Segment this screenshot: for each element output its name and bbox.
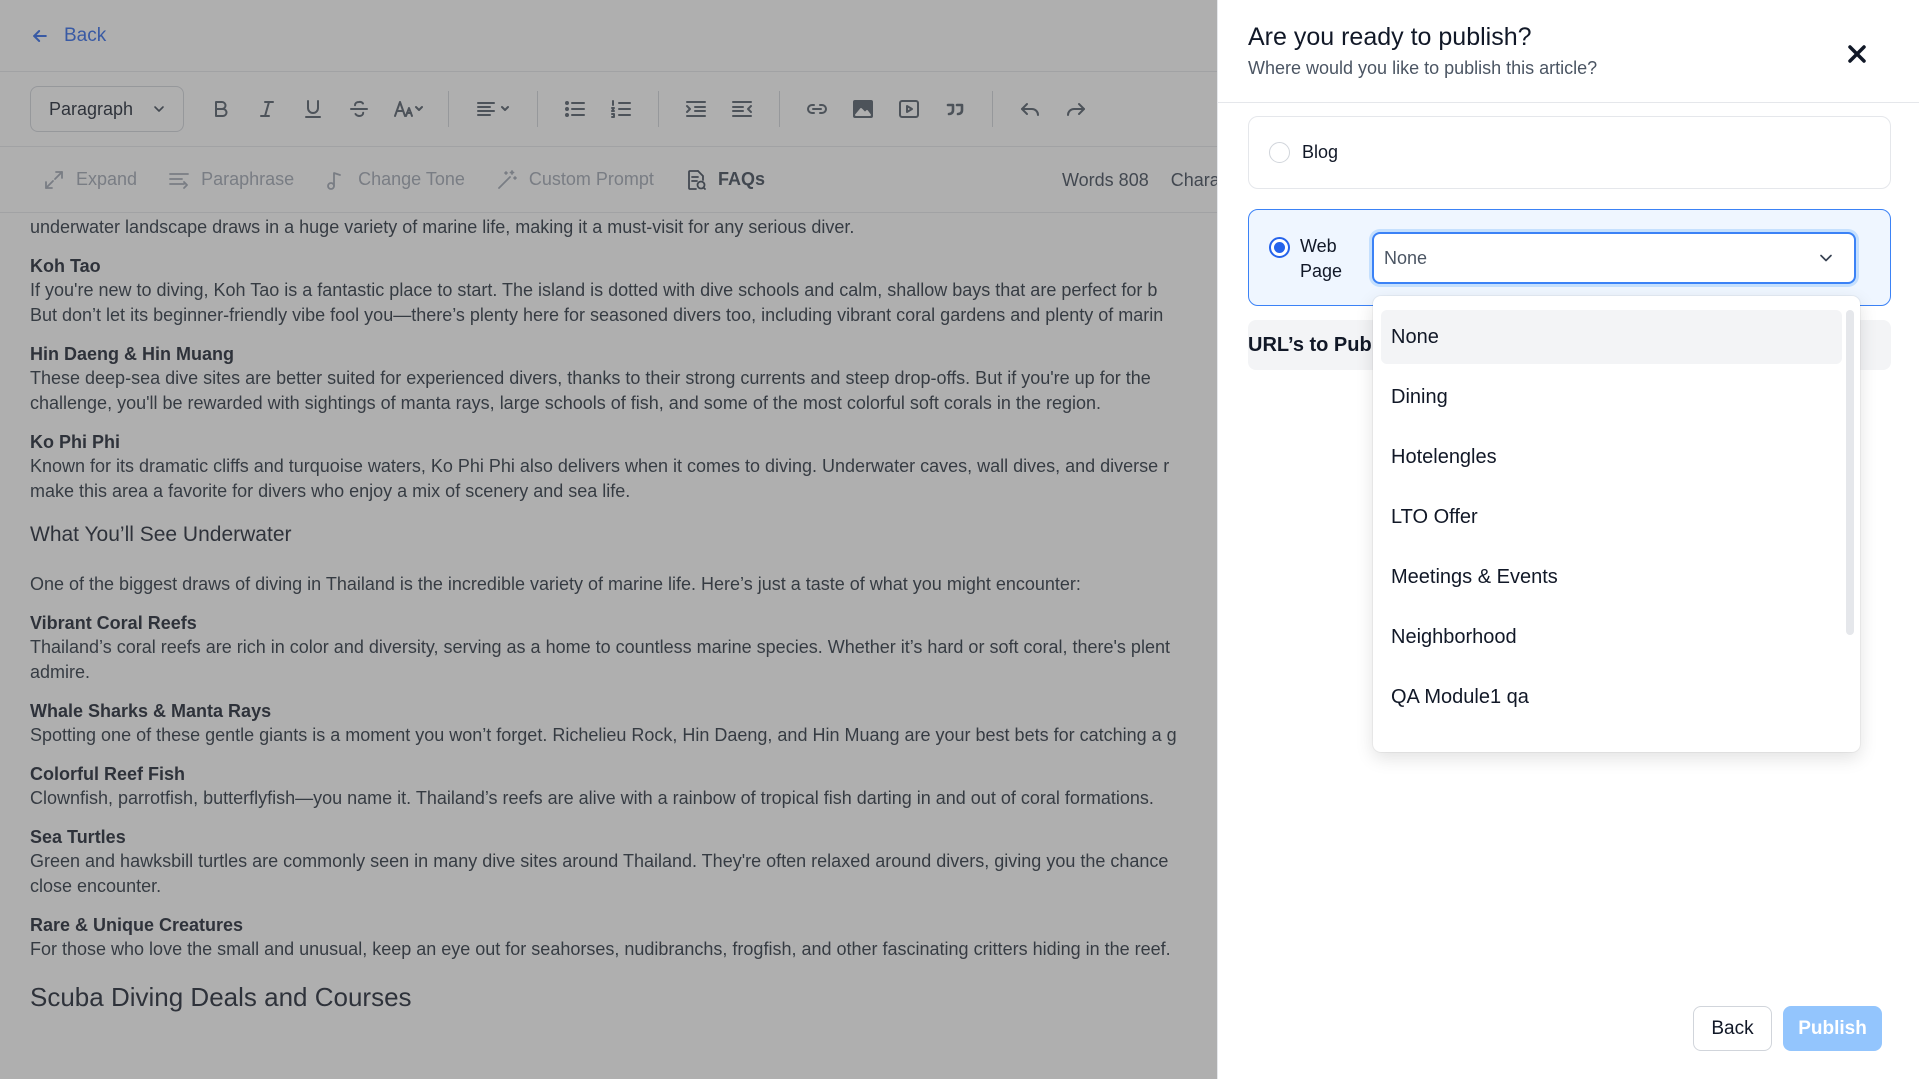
panel-subtitle: Where would you like to publish this art… (1248, 58, 1598, 78)
option-web-page-label: Web Page (1300, 236, 1343, 281)
publish-panel: Are you ready to publish? Where would yo… (1217, 0, 1919, 1079)
dropdown-option-none[interactable]: None (1381, 310, 1842, 364)
panel-title: Are you ready to publish? (1248, 23, 1532, 51)
chevron-down-icon (1820, 254, 1832, 262)
urls-label: URL’s to Publ (1248, 333, 1378, 356)
option-blog[interactable]: Blog (1248, 116, 1891, 189)
dropdown-scrollbar[interactable] (1846, 310, 1854, 635)
close-button[interactable] (1843, 40, 1871, 68)
radio-web-page[interactable] (1269, 237, 1290, 258)
publish-button[interactable]: Publish (1783, 1006, 1882, 1051)
panel-header: Are you ready to publish? Where would yo… (1218, 0, 1919, 103)
modal-backdrop[interactable] (0, 0, 1220, 1079)
web-page-dropdown: None Dining Hotelengles LTO Offer Meetin… (1373, 296, 1860, 752)
option-web-page[interactable]: Web Page None (1248, 209, 1891, 306)
back-button[interactable]: Back (1693, 1006, 1772, 1051)
close-icon (1848, 45, 1866, 63)
dropdown-option-qa-module1[interactable]: QA Module1 qa (1381, 670, 1842, 724)
web-page-select[interactable]: None (1372, 232, 1856, 284)
option-blog-label: Blog (1302, 142, 1339, 162)
dropdown-option-dining[interactable]: Dining (1381, 370, 1842, 424)
radio-blog[interactable] (1269, 142, 1290, 163)
dropdown-option-neighborhood[interactable]: Neighborhood (1381, 610, 1842, 664)
web-page-select-value: None (1384, 247, 1428, 268)
dropdown-option-hotelengles[interactable]: Hotelengles (1381, 430, 1842, 484)
dropdown-option-lto-offer[interactable]: LTO Offer (1381, 490, 1842, 544)
dropdown-option-meetings-events[interactable]: Meetings & Events (1381, 550, 1842, 604)
